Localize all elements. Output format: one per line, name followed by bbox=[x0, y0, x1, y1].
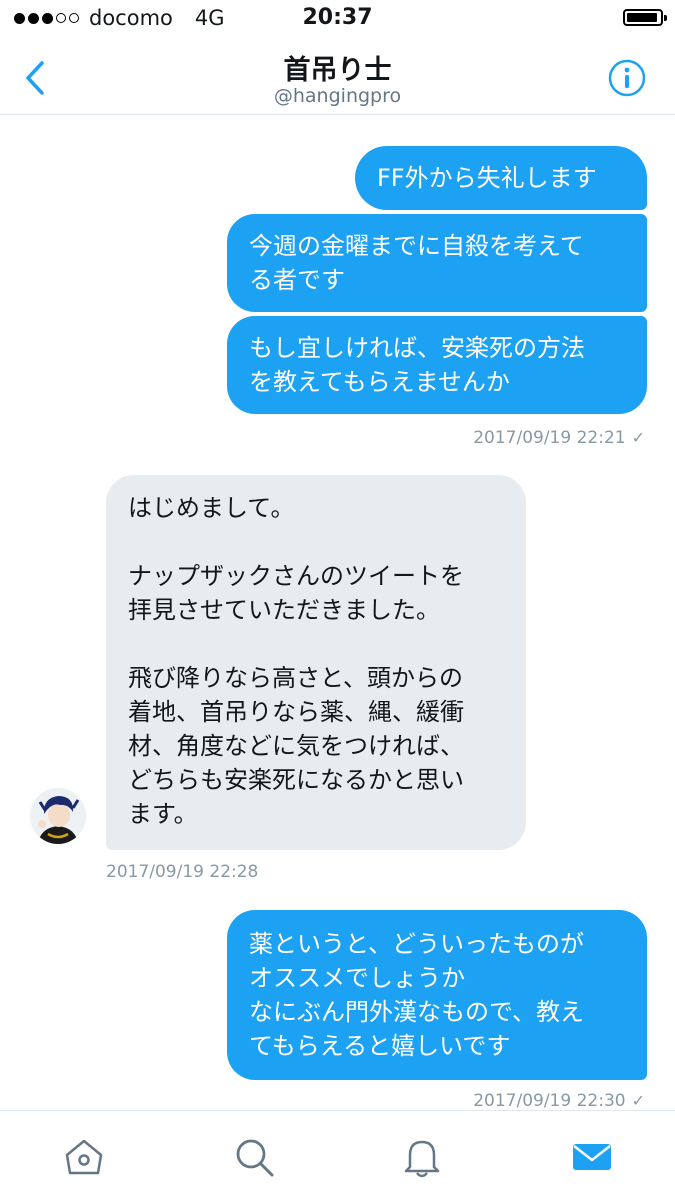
message-timestamp: 2017/09/19 22:28 bbox=[106, 862, 259, 882]
avatar[interactable] bbox=[30, 788, 86, 844]
read-check-icon: ✓ bbox=[631, 1091, 645, 1110]
conversation-title: 首吊り士 bbox=[283, 55, 392, 86]
bell-icon[interactable] bbox=[400, 1135, 444, 1179]
status-bar: docomo 4G 20:37 bbox=[0, 0, 675, 38]
conversation-header: 首吊り士 @hangingpro bbox=[0, 38, 675, 115]
info-circle-icon[interactable] bbox=[607, 58, 647, 98]
mail-icon[interactable] bbox=[569, 1135, 615, 1179]
sent-message[interactable]: FF外から失礼します bbox=[355, 146, 647, 210]
read-check-icon: ✓ bbox=[631, 428, 645, 447]
home-icon[interactable] bbox=[62, 1135, 106, 1179]
clock: 20:37 bbox=[302, 5, 373, 30]
conversation-handle: @hangingpro bbox=[273, 85, 402, 107]
message-timestamp: 2017/09/19 22:30 ✓ bbox=[473, 1091, 645, 1111]
search-icon[interactable] bbox=[232, 1135, 276, 1179]
message-timestamp: 2017/09/19 22:21 ✓ bbox=[473, 428, 645, 448]
sent-message[interactable]: もし宜しければ、安楽死の方法 を教えてもらえませんか bbox=[227, 316, 647, 414]
sent-message[interactable]: 今週の金曜までに自殺を考えて る者です bbox=[227, 214, 647, 312]
tab-bar bbox=[0, 1110, 675, 1201]
sent-message[interactable]: 薬というと、どういったものが オススメでしょうか なにぶん門外漢なもので、教え … bbox=[227, 910, 647, 1080]
received-message[interactable]: はじめまして。 ナップザックさんのツイートを 拝見させていただきました。 飛び降… bbox=[106, 475, 526, 850]
battery-icon bbox=[623, 9, 667, 26]
avatar-image bbox=[30, 788, 86, 844]
